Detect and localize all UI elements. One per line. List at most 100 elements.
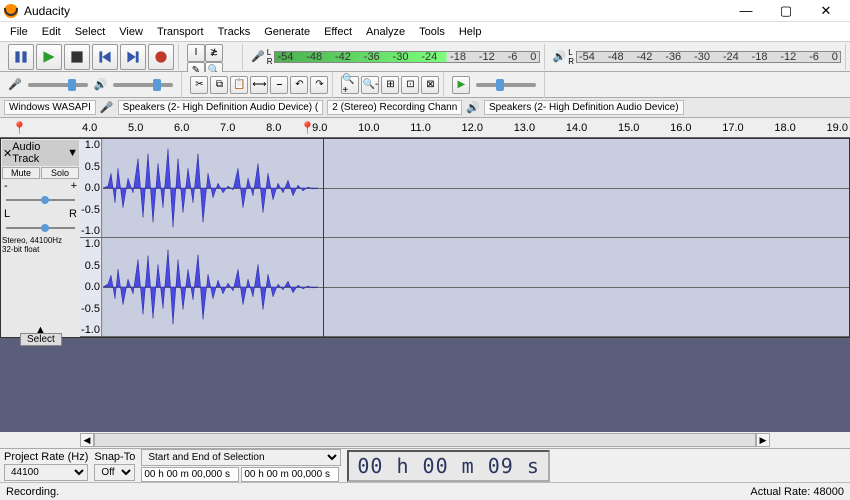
silence-button[interactable]: ⎯ bbox=[270, 76, 288, 94]
speaker-icon[interactable]: 🔊 bbox=[553, 50, 567, 63]
app-logo-icon bbox=[4, 4, 18, 18]
track-control-panel[interactable]: ✕Audio Track▼ MuteSolo -+ LR Stereo, 441… bbox=[1, 139, 81, 337]
maximize-button[interactable]: ▢ bbox=[766, 1, 806, 21]
paste-button[interactable]: 📋 bbox=[230, 76, 248, 94]
waveform-area[interactable]: 1.00.50.0-0.5-1.0 1.00.50.0-0.5-1.0 bbox=[81, 139, 849, 337]
skip-start-button[interactable] bbox=[92, 44, 118, 70]
select-all-button[interactable]: Select bbox=[20, 333, 62, 346]
menu-tools[interactable]: Tools bbox=[413, 24, 451, 40]
zoom-toolbar: 🔍+ 🔍- ⊞ ⊡ ⊠ bbox=[337, 72, 444, 98]
zoom-out-button[interactable]: 🔍- bbox=[361, 76, 379, 94]
time-display[interactable]: 00 h 00 m 09 s bbox=[347, 450, 550, 482]
meter-lr-label: LR bbox=[267, 48, 273, 66]
scroll-left-icon[interactable]: ◀ bbox=[80, 433, 94, 447]
device-toolbar: Windows WASAPI 🎤 Speakers (2- High Defin… bbox=[0, 98, 850, 118]
recording-volume-slider[interactable] bbox=[28, 83, 88, 87]
skip-end-button[interactable] bbox=[120, 44, 146, 70]
undo-button[interactable]: ↶ bbox=[290, 76, 308, 94]
selection-start-input[interactable] bbox=[141, 467, 239, 482]
menu-tracks[interactable]: Tracks bbox=[212, 24, 257, 40]
gain-slider[interactable] bbox=[6, 195, 75, 205]
play-at-speed-button[interactable]: ▶ bbox=[452, 76, 470, 94]
menu-bar: File Edit Select View Transport Tracks G… bbox=[0, 22, 850, 42]
left-channel: 1.00.50.0-0.5-1.0 bbox=[81, 139, 849, 238]
mic-vol-icon: 🎤 bbox=[8, 78, 22, 91]
track-name[interactable]: Audio Track bbox=[12, 141, 67, 165]
fit-selection-button[interactable]: ⊞ bbox=[381, 76, 399, 94]
audio-track: ✕Audio Track▼ MuteSolo -+ LR Stereo, 441… bbox=[0, 138, 850, 338]
snap-to-select[interactable]: Off bbox=[94, 464, 135, 481]
envelope-tool[interactable]: ≵ bbox=[205, 44, 223, 62]
selection-end-input[interactable] bbox=[241, 467, 339, 482]
menu-file[interactable]: File bbox=[4, 24, 34, 40]
play-speed-slider[interactable] bbox=[476, 83, 536, 87]
play-at-speed-toolbar: ▶ bbox=[448, 72, 545, 98]
scroll-right-icon[interactable]: ▶ bbox=[756, 433, 770, 447]
amplitude-scale: 1.00.50.0-0.5-1.0 bbox=[80, 139, 102, 237]
playback-cursor bbox=[323, 139, 324, 337]
play-button[interactable] bbox=[36, 44, 62, 70]
rec-meter-ticks: -54-48-42-36-30-24-18-12-60 bbox=[275, 51, 538, 63]
menu-analyze[interactable]: Analyze bbox=[360, 24, 411, 40]
edit-toolbar: ✂ ⧉ 📋 ⟷ ⎯ ↶ ↷ bbox=[186, 72, 333, 98]
right-channel: 1.00.50.0-0.5-1.0 bbox=[81, 238, 849, 337]
project-rate-select[interactable]: 44100 bbox=[4, 464, 88, 481]
playback-device-select[interactable]: Speakers (2- High Definition Audio Devic… bbox=[484, 100, 684, 115]
menu-generate[interactable]: Generate bbox=[258, 24, 316, 40]
meter-lr-label2: LR bbox=[568, 48, 574, 66]
menu-help[interactable]: Help bbox=[453, 24, 488, 40]
timeline-ticks: 4.05.06.07.08.09.010.011.012.013.014.015… bbox=[80, 122, 850, 134]
recording-channels-select[interactable]: 2 (Stereo) Recording Chann bbox=[327, 100, 462, 115]
playhead-pin-icon[interactable]: 📍 bbox=[300, 121, 315, 135]
mic-icon[interactable]: 🎤 bbox=[251, 50, 265, 63]
audio-host-select[interactable]: Windows WASAPI bbox=[4, 100, 96, 115]
title-bar: Audacity — ▢ ✕ bbox=[0, 0, 850, 22]
audio-clip[interactable] bbox=[103, 139, 318, 237]
menu-view[interactable]: View bbox=[113, 24, 149, 40]
playback-meter-toolbar: 🔊 LR -54-48-42-36-30-24-18-12-60 bbox=[549, 44, 847, 70]
copy-button[interactable]: ⧉ bbox=[210, 76, 228, 94]
menu-transport[interactable]: Transport bbox=[151, 24, 210, 40]
solo-button[interactable]: Solo bbox=[41, 167, 79, 179]
amplitude-scale-r: 1.00.50.0-0.5-1.0 bbox=[80, 238, 102, 336]
cut-button[interactable]: ✂ bbox=[190, 76, 208, 94]
project-rate-label: Project Rate (Hz) bbox=[4, 451, 88, 463]
track-menu-icon[interactable]: ▼ bbox=[67, 147, 78, 159]
app-title: Audacity bbox=[24, 4, 726, 18]
playback-volume-slider[interactable] bbox=[113, 83, 173, 87]
recording-device-select[interactable]: Speakers (2- High Definition Audio Devic… bbox=[118, 100, 324, 115]
record-button[interactable] bbox=[148, 44, 174, 70]
minimize-button[interactable]: — bbox=[726, 1, 766, 21]
status-message: Recording. bbox=[6, 486, 59, 498]
menu-select[interactable]: Select bbox=[69, 24, 112, 40]
timeline-pin-icon[interactable]: 📍 bbox=[12, 121, 27, 135]
track-close-icon[interactable]: ✕ bbox=[3, 147, 12, 160]
mixer-toolbar: 🎤 🔊 bbox=[4, 72, 182, 98]
play-meter-ticks: -54-48-42-36-30-24-18-12-60 bbox=[577, 51, 840, 63]
mute-button[interactable]: Mute bbox=[2, 167, 40, 179]
recording-meter-toolbar: 🎤 LR -54-48-42-36-30-24-18-12-60 bbox=[247, 44, 545, 70]
fit-project-button[interactable]: ⊡ bbox=[401, 76, 419, 94]
playback-meter[interactable]: -54-48-42-36-30-24-18-12-60 bbox=[576, 51, 841, 63]
tracks-area: ✕Audio Track▼ MuteSolo -+ LR Stereo, 441… bbox=[0, 138, 850, 432]
pause-button[interactable] bbox=[8, 44, 34, 70]
menu-edit[interactable]: Edit bbox=[36, 24, 67, 40]
close-button[interactable]: ✕ bbox=[806, 1, 846, 21]
horizontal-scrollbar[interactable]: ◀ ▶ bbox=[0, 432, 850, 448]
zoom-toggle-button[interactable]: ⊠ bbox=[421, 76, 439, 94]
toolbar-row-1: I ≵ ✎ 🔍 ↔ ✱ 🎤 LR -54-48-42-36-30-24-18-1… bbox=[0, 42, 850, 72]
selection-format-select[interactable]: Start and End of Selection bbox=[141, 449, 341, 466]
trim-button[interactable]: ⟷ bbox=[250, 76, 268, 94]
track-format: Stereo, 44100Hz 32-bit float bbox=[2, 236, 79, 254]
menu-effect[interactable]: Effect bbox=[318, 24, 358, 40]
toolbar-row-2: 🎤 🔊 ✂ ⧉ 📋 ⟷ ⎯ ↶ ↷ 🔍+ 🔍- ⊞ ⊡ ⊠ ▶ bbox=[0, 72, 850, 98]
recording-meter[interactable]: -54-48-42-36-30-24-18-12-60 bbox=[274, 51, 539, 63]
redo-button[interactable]: ↷ bbox=[310, 76, 328, 94]
actual-rate: Actual Rate: 48000 bbox=[750, 486, 844, 498]
audio-clip-r[interactable] bbox=[103, 238, 318, 336]
stop-button[interactable] bbox=[64, 44, 90, 70]
pan-slider[interactable] bbox=[6, 223, 75, 233]
timeline-ruler[interactable]: 📍 📍 4.05.06.07.08.09.010.011.012.013.014… bbox=[0, 118, 850, 138]
zoom-in-button[interactable]: 🔍+ bbox=[341, 76, 359, 94]
selection-tool[interactable]: I bbox=[187, 44, 205, 62]
